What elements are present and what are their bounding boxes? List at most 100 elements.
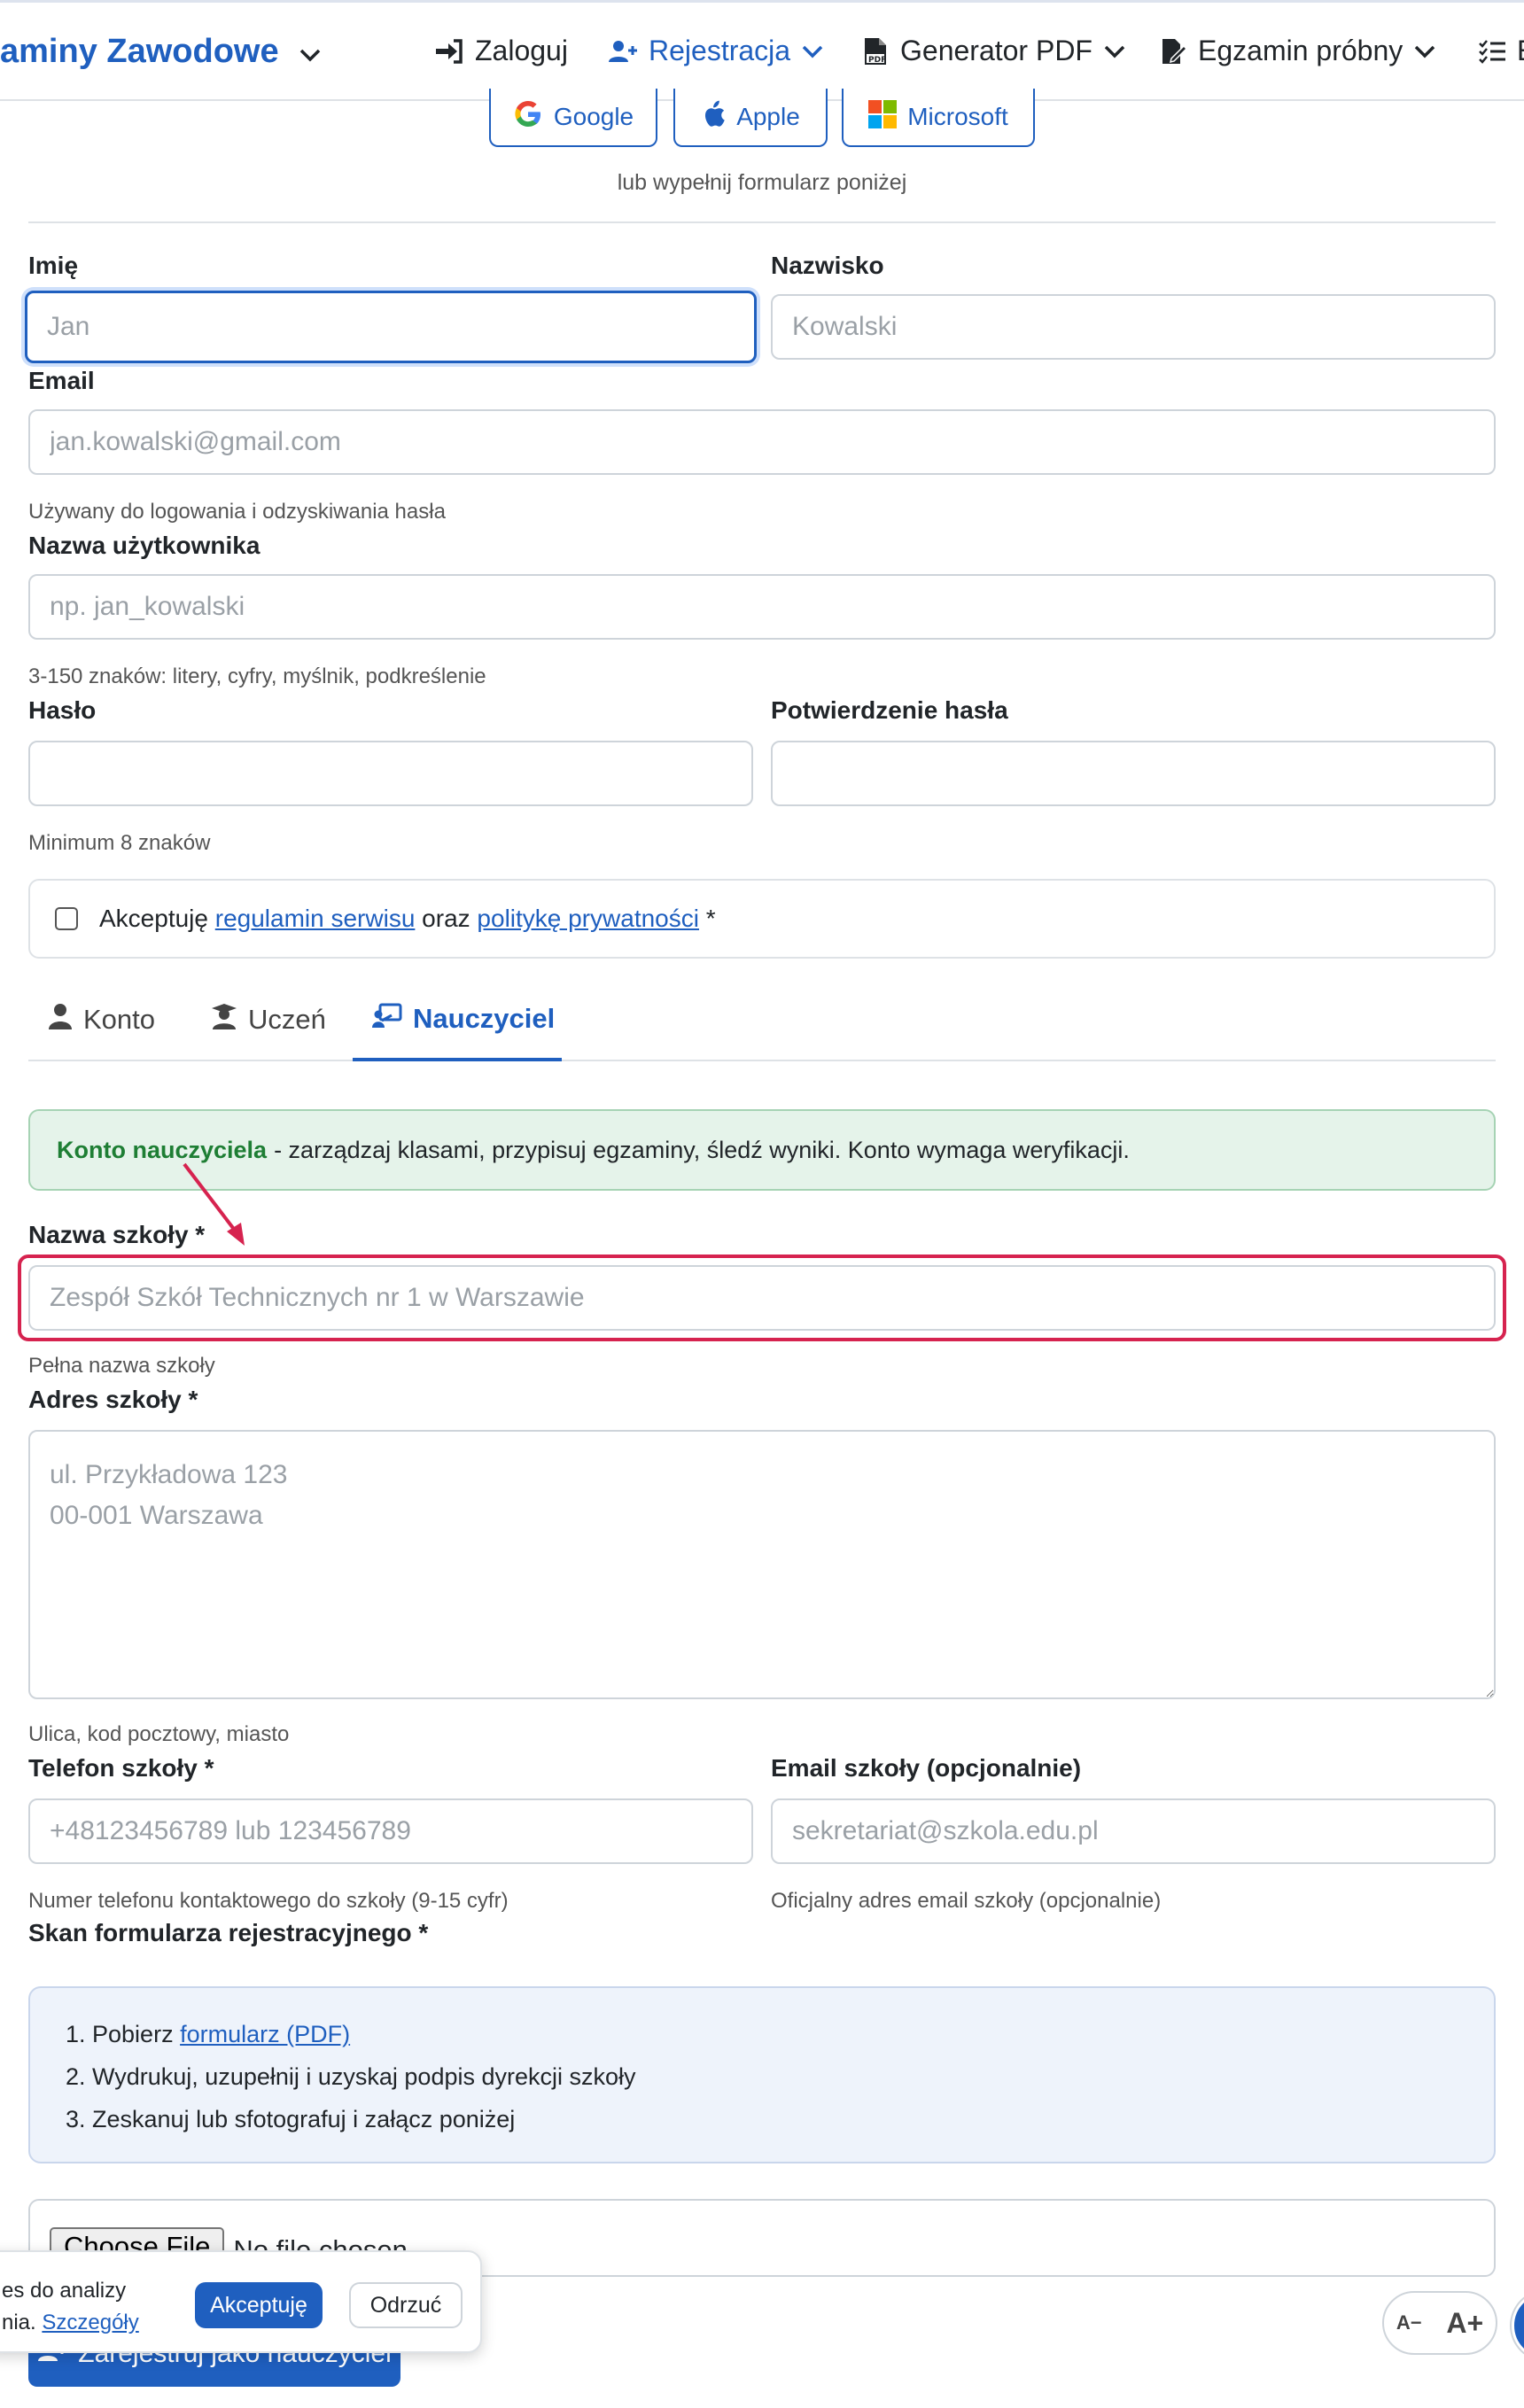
microsoft-icon — [868, 99, 898, 135]
google-icon — [513, 99, 543, 136]
password-confirm-input[interactable] — [771, 741, 1496, 806]
font-decrease-button[interactable]: A− — [1396, 2311, 1422, 2334]
email-input[interactable] — [28, 409, 1496, 475]
chalkboard-teacher-icon — [372, 1003, 402, 1035]
brand-link[interactable]: aminy Zawodowe — [0, 33, 322, 71]
chevron-down-icon — [1413, 44, 1436, 58]
terms-box: Akceptuję regulamin serwisu oraz polityk… — [28, 879, 1496, 959]
school-email-help: Oficjalny adres email szkoły (opcjonalni… — [771, 1889, 1162, 1913]
tab-student-label: Uczeń — [248, 1004, 326, 1035]
first-name-input[interactable] — [25, 291, 757, 363]
top-navbar: aminy Zawodowe Zaloguj Rejestracja PDF G… — [0, 0, 1524, 101]
tab-student[interactable]: Uczeń — [211, 1003, 326, 1037]
divider — [28, 221, 1496, 223]
username-help: 3-150 znaków: litery, cyfry, myślnik, po… — [28, 664, 486, 688]
school-email-label: Email szkoły (opcjonalnie) — [771, 1754, 1082, 1782]
alert-text: - zarządzaj klasami, przypisuj egzaminy,… — [274, 1136, 1130, 1163]
username-input[interactable] — [28, 574, 1496, 640]
password-help: Minimum 8 znaków — [28, 831, 211, 855]
scan-instructions: 1. Pobierz formularz (PDF) 2. Wydrukuj, … — [28, 1986, 1496, 2163]
cookie-line-2: nia. Szczegóły — [2, 2307, 139, 2339]
school-address-label: Adres szkoły * — [28, 1386, 198, 1413]
floating-action-button[interactable] — [1512, 2291, 1524, 2360]
school-phone-label: Telefon szkoły * — [28, 1754, 214, 1782]
svg-text:PDF: PDF — [868, 56, 886, 65]
apple-login-button[interactable]: Apple — [673, 89, 828, 147]
nav-register[interactable]: Rejestracja — [608, 35, 824, 67]
cookie-reject-button[interactable]: Odrzuć — [349, 2282, 463, 2328]
terms-prefix: Akceptuję — [99, 905, 208, 932]
terms-link[interactable]: regulamin serwisu — [215, 905, 416, 933]
scan-step-3: 3. Zeskanuj lub sfotografuj i załącz pon… — [66, 2106, 516, 2132]
nav-more-label: E — [1517, 35, 1524, 67]
password-confirm-label: Potwierdzenie hasła — [771, 696, 1008, 724]
sign-in-icon — [434, 38, 464, 65]
scan-step-1: 1. Pobierz formularz (PDF) — [66, 2013, 1494, 2055]
nav-pdf-label: Generator PDF — [900, 35, 1092, 66]
nav-pdf-generator[interactable]: PDF Generator PDF — [863, 35, 1126, 67]
cookie-line-2-text: nia. — [2, 2311, 36, 2334]
terms-required: * — [705, 905, 716, 932]
school-email-input[interactable] — [771, 1798, 1496, 1864]
email-help: Używany do logowania i odzyskiwania hasł… — [28, 500, 446, 524]
google-login-button[interactable]: Google — [489, 89, 657, 147]
nav-login[interactable]: Zaloguj — [434, 35, 568, 67]
tabs-divider — [28, 1060, 1496, 1061]
scan-label: Skan formularza rejestracyjnego * — [28, 1919, 429, 1946]
first-name-label: Imię — [28, 252, 79, 279]
user-plus-icon — [608, 39, 638, 64]
file-pdf-icon: PDF — [863, 36, 890, 66]
cookie-line-1: es do analizy — [2, 2279, 127, 2303]
nav-register-label: Rejestracja — [649, 35, 791, 66]
nav-practice-exam[interactable]: Egzamin próbny — [1161, 35, 1436, 67]
font-increase-button[interactable]: A+ — [1446, 2307, 1483, 2340]
tab-account[interactable]: Konto — [48, 1003, 155, 1037]
scan-step-2: 2. Wydrukuj, uzupełnij i uzyskaj podpis … — [66, 2063, 636, 2090]
brand-title: aminy Zawodowe — [0, 33, 279, 70]
username-label: Nazwa użytkownika — [28, 532, 260, 559]
cookie-accept-button[interactable]: Akceptuję — [195, 2282, 323, 2328]
school-name-help: Pełna nazwa szkoły — [28, 1354, 215, 1378]
terms-middle: oraz — [422, 905, 470, 932]
terms-checkbox[interactable] — [55, 907, 78, 930]
email-label: Email — [28, 367, 95, 394]
school-phone-input[interactable] — [28, 1798, 753, 1864]
active-tab-indicator — [353, 1058, 562, 1061]
tab-account-label: Konto — [83, 1004, 156, 1035]
list-check-icon — [1478, 39, 1506, 64]
school-phone-help: Numer telefonu kontaktowego do szkoły (9… — [28, 1889, 509, 1913]
last-name-label: Nazwisko — [771, 252, 884, 279]
password-label: Hasło — [28, 696, 97, 724]
cookie-text: es do analizy nia. Szczegóły — [2, 2275, 139, 2339]
scan-step-1-text: 1. Pobierz — [66, 2021, 174, 2047]
tab-teacher-label: Nauczyciel — [413, 1003, 556, 1034]
microsoft-label: Microsoft — [907, 103, 1008, 130]
chevron-down-icon — [1103, 44, 1126, 58]
password-input[interactable] — [28, 741, 753, 806]
apple-label: Apple — [736, 103, 800, 130]
nav-more[interactable]: E — [1478, 35, 1524, 67]
form-pdf-link[interactable]: formularz (PDF) — [180, 2021, 350, 2047]
privacy-link[interactable]: politykę prywatności — [477, 905, 699, 933]
chevron-down-icon — [801, 44, 824, 58]
graduate-icon — [211, 1003, 237, 1037]
school-address-help: Ulica, kod pocztowy, miasto — [28, 1722, 290, 1746]
chevron-down-icon — [299, 33, 322, 71]
user-icon — [48, 1003, 73, 1037]
tab-teacher[interactable]: Nauczyciel — [372, 1003, 555, 1035]
school-name-label: Nazwa szkoły * — [28, 1221, 206, 1248]
nav-practice-label: Egzamin próbny — [1198, 35, 1403, 66]
cookie-details-link[interactable]: Szczegóły — [42, 2311, 138, 2334]
google-label: Google — [553, 103, 634, 130]
apple-icon — [701, 100, 726, 135]
microsoft-login-button[interactable]: Microsoft — [842, 89, 1035, 147]
file-signature-icon — [1161, 37, 1187, 66]
font-size-controls: A− A+ — [1382, 2291, 1497, 2355]
alert-title: Konto nauczyciela — [57, 1136, 268, 1163]
social-divider-note: lub wypełnij formularz poniżej — [617, 170, 907, 195]
cookie-banner: es do analizy nia. Szczegóły Akceptuję O… — [0, 2250, 482, 2353]
highlight-frame — [18, 1254, 1506, 1341]
last-name-input[interactable] — [771, 294, 1496, 360]
nav-login-label: Zaloguj — [475, 35, 568, 66]
school-address-textarea[interactable] — [28, 1430, 1496, 1699]
